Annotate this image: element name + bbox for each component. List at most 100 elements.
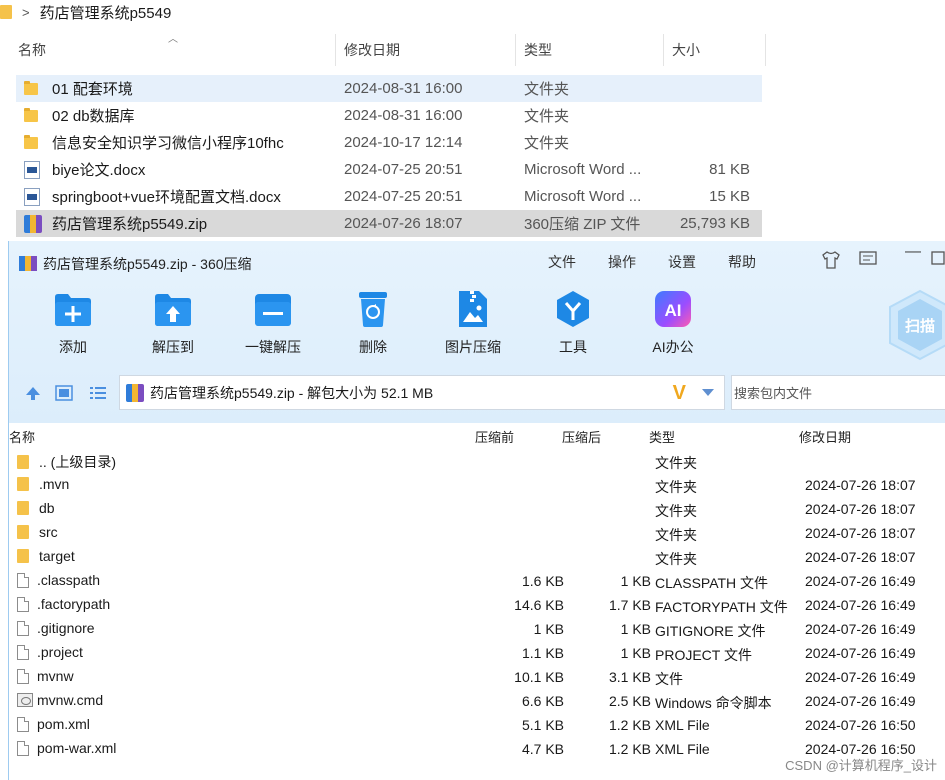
minimize-icon[interactable]: — xyxy=(905,243,921,261)
add-button[interactable]: 添加 xyxy=(33,289,113,357)
file-row[interactable]: 02 db数据库 2024-08-31 16:00 文件夹 xyxy=(16,102,762,129)
entry-size-before: 6.6 KB xyxy=(521,693,564,709)
column-name[interactable]: ︿ 名称 xyxy=(10,34,336,66)
folder-icon xyxy=(17,477,29,491)
entry-size-after: 1 KB xyxy=(620,621,651,637)
zip-top-area: 药店管理系统p5549.zip - 360压缩 文件 操作 设置 帮助 — 添加 xyxy=(9,241,945,423)
column-type[interactable]: 类型 xyxy=(516,34,664,66)
file-row[interactable]: 药店管理系统p5549.zip 2024-07-26 18:07 360压缩 ZIP… xyxy=(16,210,762,237)
entry-name: .. (上级目录) xyxy=(39,454,116,470)
archive-row[interactable]: .classpath 1.6 KB 1 KB CLASSPATH 文件 2024-07-… xyxy=(9,569,945,593)
entry-date: 2024-07-26 16:50 xyxy=(805,717,916,733)
entry-date: 2024-07-26 18:07 xyxy=(805,525,916,541)
entry-type: FACTORYPATH 文件 xyxy=(655,599,788,615)
file-name: 01 配套环境 xyxy=(52,81,133,98)
file-row[interactable]: springboot+vue环境配置文档.docx 2024-07-25 20:5… xyxy=(16,183,762,210)
file-name: 信息安全知识学习微信小程序10fhc xyxy=(52,135,284,152)
entry-date: 2024-07-26 16:49 xyxy=(805,645,916,661)
folder-icon xyxy=(17,525,29,539)
folder-icon xyxy=(17,501,29,515)
column-name[interactable]: 名称 xyxy=(9,427,35,446)
word-icon xyxy=(24,160,40,179)
file-name-cell: 药店管理系统p5549.zip xyxy=(16,213,336,234)
tools-button[interactable]: 工具 xyxy=(533,289,613,357)
entry-date: 2024-07-26 18:07 xyxy=(805,501,916,517)
file-icon xyxy=(17,716,29,732)
archive-row[interactable]: target 文件夹 2024-07-26 18:07 xyxy=(9,545,945,569)
entry-name-cell: src xyxy=(17,524,58,540)
folder-icon xyxy=(24,134,38,149)
view-list-icon[interactable] xyxy=(89,385,107,406)
search-input[interactable]: 搜索包内文件 xyxy=(731,375,945,410)
menu-settings[interactable]: 设置 xyxy=(668,252,696,272)
v-logo-icon[interactable]: V xyxy=(673,382,686,405)
svg-text:扫描: 扫描 xyxy=(905,317,935,335)
entry-date: 2024-07-26 18:07 xyxy=(805,477,916,493)
up-arrow-icon[interactable] xyxy=(25,385,41,406)
archive-column-header: 名称 压缩前 压缩后 类型 修改日期 xyxy=(9,423,945,449)
entry-size-after: 1.2 KB xyxy=(608,741,651,757)
archive-row[interactable]: .gitignore 1 KB 1 KB GITIGNORE 文件 2024-07-26… xyxy=(9,617,945,641)
view-thumbnail-icon[interactable] xyxy=(55,385,73,406)
scan-button[interactable]: 扫描 xyxy=(886,289,945,361)
archive-row[interactable]: src 文件夹 2024-07-26 18:07 xyxy=(9,521,945,545)
delete-button[interactable]: 删除 xyxy=(333,289,413,357)
column-type[interactable]: 类型 xyxy=(649,427,675,446)
file-date: 2024-08-31 16:00 xyxy=(344,80,463,97)
file-type: Microsoft Word ... xyxy=(524,161,642,178)
column-date[interactable]: 修改日期 xyxy=(336,34,516,66)
maximize-icon[interactable] xyxy=(931,251,945,270)
address-field[interactable]: 药店管理系统p5549.zip - 解包大小为 52.1 MB V xyxy=(119,375,725,410)
archive-row[interactable]: mvnw.cmd 6.6 KB 2.5 KB Windows 命令脚本 2024-07-… xyxy=(9,689,945,713)
archive-row[interactable]: .factorypath 14.6 KB 1.7 KB FACTORYPATH 文件 2… xyxy=(9,593,945,617)
entry-size-before: 10.1 KB xyxy=(514,669,564,685)
entry-type: CLASSPATH 文件 xyxy=(655,575,769,591)
file-icon xyxy=(17,740,29,756)
archive-row[interactable]: pom.xml 5.1 KB 1.2 KB XML File 2024-07-26 16… xyxy=(9,713,945,737)
file-row[interactable]: 01 配套环境 2024-08-31 16:00 文件夹 xyxy=(16,75,762,102)
entry-name: mvnw xyxy=(37,668,74,684)
archive-row[interactable]: db 文件夹 2024-07-26 18:07 xyxy=(9,497,945,521)
file-date: 2024-07-26 18:07 xyxy=(344,215,463,232)
archive-file-list: .. (上级目录) 文件夹 .mvn 文件夹 2024-07-26 18:07 db 文件夹… xyxy=(9,449,945,761)
entry-type: 文件夹 xyxy=(655,527,697,543)
word-icon xyxy=(24,187,40,206)
svg-text:AI: AI xyxy=(665,301,682,320)
column-size[interactable]: 大小 xyxy=(664,34,766,66)
ai-office-button[interactable]: AI AI办公 xyxy=(633,289,713,357)
file-row[interactable]: biye论文.docx 2024-07-25 20:51 Microsoft Wor… xyxy=(16,156,762,183)
file-name-cell: biye论文.docx xyxy=(16,159,336,180)
column-date[interactable]: 修改日期 xyxy=(799,427,851,446)
archive-row[interactable]: .mvn 文件夹 2024-07-26 18:07 xyxy=(9,473,945,497)
column-packed-before[interactable]: 压缩前 xyxy=(475,427,514,446)
entry-name-cell: pom-war.xml xyxy=(17,740,116,756)
image-compress-icon xyxy=(453,289,493,329)
entry-name-cell: db xyxy=(17,500,55,516)
image-compress-button[interactable]: 图片压缩 xyxy=(433,289,513,357)
ai-icon: AI xyxy=(653,289,693,329)
archive-row[interactable]: .. (上级目录) 文件夹 xyxy=(9,449,945,473)
column-packed-after[interactable]: 压缩后 xyxy=(562,427,601,446)
entry-size-before: 14.6 KB xyxy=(514,597,564,613)
file-icon xyxy=(17,596,29,612)
entry-date: 2024-07-26 18:07 xyxy=(805,549,916,565)
archive-row[interactable]: .project 1.1 KB 1 KB PROJECT 文件 2024-07-26 1… xyxy=(9,641,945,665)
menu-operate[interactable]: 操作 xyxy=(608,252,636,272)
file-name-cell: 信息安全知识学习微信小程序10fhc xyxy=(16,132,336,153)
menu-help[interactable]: 帮助 xyxy=(728,252,756,272)
menu-file[interactable]: 文件 xyxy=(548,252,576,272)
archive-row[interactable]: mvnw 10.1 KB 3.1 KB 文件 2024-07-26 16:49 xyxy=(9,665,945,689)
skin-icon[interactable] xyxy=(821,251,841,274)
file-icon xyxy=(17,668,29,684)
entry-size-before: 1 KB xyxy=(533,621,564,637)
breadcrumb[interactable]: > 药店管理系统p5549 xyxy=(0,0,171,24)
file-date: 2024-10-17 12:14 xyxy=(344,134,463,151)
window-title: 药店管理系统p5549.zip - 360压缩 xyxy=(43,256,252,272)
entry-name-cell: .mvn xyxy=(17,476,69,492)
dropdown-arrow-icon[interactable] xyxy=(702,389,714,396)
file-row[interactable]: 信息安全知识学习微信小程序10fhc 2024-10-17 12:14 文件夹 xyxy=(16,129,762,156)
extract-to-button[interactable]: 解压到 xyxy=(133,289,213,357)
feedback-icon[interactable] xyxy=(859,251,877,272)
one-click-extract-button[interactable]: 一键解压 xyxy=(233,289,313,357)
file-type: Microsoft Word ... xyxy=(524,188,642,205)
